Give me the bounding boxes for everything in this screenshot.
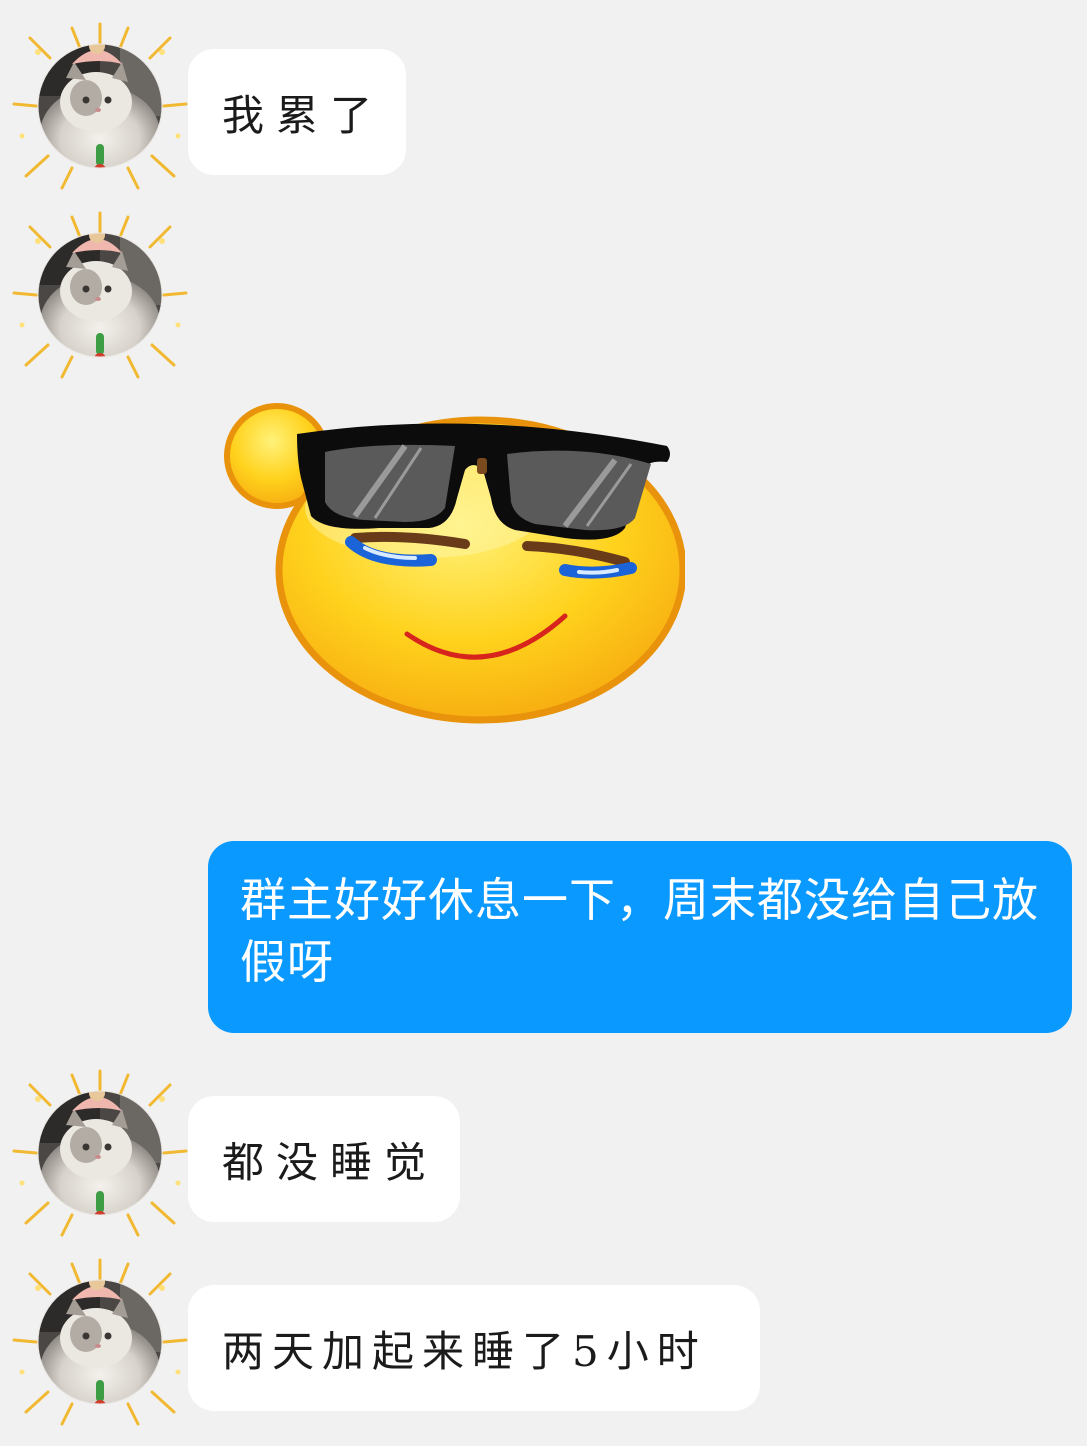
cat-avatar-icon[interactable]: [0, 6, 200, 206]
message-bubble-4[interactable]: 都没睡觉: [188, 1096, 460, 1222]
cat-avatar-icon[interactable]: [0, 195, 200, 395]
message-text: 我累了: [222, 90, 385, 140]
message-text: 两天加起来睡了5小时: [222, 1326, 707, 1376]
message-bubble-1[interactable]: 我累了: [188, 49, 406, 175]
cat-avatar-icon[interactable]: [0, 1053, 200, 1253]
message-bubble-3[interactable]: 群主好好休息一下，周末都没给自己放假呀: [208, 841, 1072, 1033]
message-bubble-5[interactable]: 两天加起来睡了5小时: [188, 1285, 760, 1411]
message-text: 群主好好休息一下，周末都没给自己放假呀: [240, 873, 1039, 989]
sunglasses-smiley-sticker[interactable]: [215, 398, 685, 728]
message-text: 都没睡觉: [222, 1137, 439, 1187]
cat-avatar-icon[interactable]: [0, 1242, 200, 1442]
